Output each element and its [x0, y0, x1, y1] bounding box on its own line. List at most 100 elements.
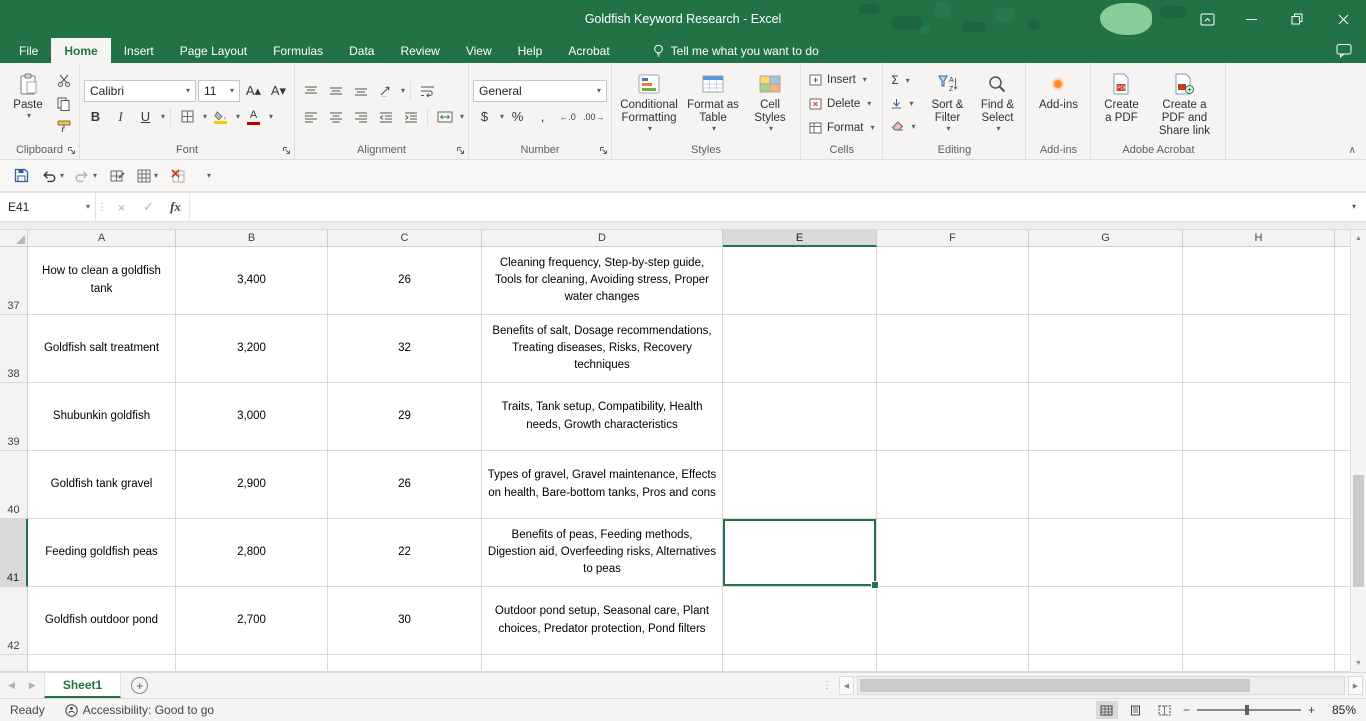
paste-button[interactable]: Paste ▾ [4, 68, 52, 140]
cell-e40[interactable] [723, 451, 877, 519]
top-align-button[interactable] [299, 80, 322, 102]
cell-partial[interactable] [1183, 655, 1335, 672]
tab-view[interactable]: View [453, 38, 505, 63]
orientation-menu-chevron[interactable]: ▾ [401, 87, 405, 95]
sheet-tab-sheet1[interactable]: Sheet1 [44, 673, 121, 698]
copy-button[interactable] [52, 93, 75, 115]
zoom-level[interactable]: 85% [1322, 703, 1356, 717]
cell-a38[interactable]: Goldfish salt treatment [28, 315, 176, 383]
insert-cells-button[interactable]: Insert ▾ [805, 69, 878, 90]
cell-c38[interactable]: 32 [328, 315, 482, 383]
cell-c39[interactable]: 29 [328, 383, 482, 451]
number-format-select[interactable]: General ▾ [473, 80, 607, 102]
restore-button[interactable] [1274, 0, 1320, 38]
tab-acrobat[interactable]: Acrobat [555, 38, 622, 63]
borders-button[interactable] [176, 106, 199, 128]
vertical-scrollbar[interactable]: ▲ ▼ [1350, 230, 1366, 672]
zoom-slider-thumb[interactable] [1245, 705, 1249, 715]
cell-stub[interactable] [1335, 247, 1350, 315]
cell-partial[interactable] [1029, 655, 1183, 672]
name-box-resize-handle[interactable]: ⋮ [96, 193, 108, 221]
cell-d40[interactable]: Types of gravel, Gravel maintenance, Eff… [482, 451, 723, 519]
cell-a41[interactable]: Feeding goldfish peas [28, 519, 176, 587]
column-header-f[interactable]: F [877, 230, 1029, 247]
middle-align-button[interactable] [324, 80, 347, 102]
merge-center-menu-chevron[interactable]: ▾ [460, 113, 464, 121]
cell-f42[interactable] [877, 587, 1029, 655]
find-select-button[interactable]: Find & Select ▾ [973, 68, 1021, 140]
column-header-h[interactable]: H [1183, 230, 1335, 247]
expand-formula-bar-button[interactable]: ▾ [1340, 193, 1366, 221]
name-box[interactable]: E41 ▾ [0, 193, 96, 221]
font-size-select[interactable]: 11 ▾ [198, 80, 240, 102]
tell-me-box[interactable]: Tell me what you want to do [653, 38, 819, 63]
cell-b38[interactable]: 3,200 [176, 315, 328, 383]
cell-stub[interactable] [1335, 587, 1350, 655]
tab-help[interactable]: Help [505, 38, 556, 63]
row-header-37[interactable]: 37 [0, 247, 28, 315]
tab-formulas[interactable]: Formulas [260, 38, 336, 63]
close-button[interactable] [1320, 0, 1366, 38]
delete-cells-button[interactable]: Delete ▾ [805, 93, 878, 114]
cell-f37[interactable] [877, 247, 1029, 315]
fill-button[interactable]: ▾ [887, 93, 919, 114]
bottom-align-button[interactable] [349, 80, 372, 102]
font-dialog-launcher[interactable] [280, 144, 292, 156]
scroll-up-button[interactable]: ▲ [1351, 230, 1366, 247]
fill-color-button[interactable] [209, 106, 232, 128]
column-header-c[interactable]: C [328, 230, 482, 247]
cell-h42[interactable] [1183, 587, 1335, 655]
cell-g42[interactable] [1029, 587, 1183, 655]
minimize-button[interactable] [1228, 0, 1274, 38]
cell-partial[interactable] [176, 655, 328, 672]
cell-h38[interactable] [1183, 315, 1335, 383]
format-painter-button[interactable] [52, 116, 75, 138]
tab-data[interactable]: Data [336, 38, 387, 63]
cell-g41[interactable] [1029, 519, 1183, 587]
cell-stub[interactable] [1335, 315, 1350, 383]
comma-style-button[interactable]: , [531, 106, 554, 128]
collapse-ribbon-button[interactable]: ∧ [1349, 145, 1356, 156]
vertical-scrollbar-thumb[interactable] [1353, 475, 1364, 587]
sort-filter-button[interactable]: AZ Sort & Filter ▾ [921, 68, 973, 140]
selected-cell-e41[interactable] [723, 519, 877, 587]
percent-style-button[interactable]: % [506, 106, 529, 128]
underline-button[interactable]: U [134, 106, 157, 128]
row-header-41[interactable]: 41 [0, 519, 28, 587]
font-color-button[interactable]: A [242, 106, 265, 128]
cell-b41[interactable]: 2,800 [176, 519, 328, 587]
accounting-format-button[interactable]: $ [473, 106, 496, 128]
qat-delete-cells-button[interactable] [165, 164, 191, 188]
horizontal-scrollbar-track[interactable] [857, 676, 1345, 695]
zoom-out-button[interactable]: − [1183, 703, 1190, 717]
bold-button[interactable]: B [84, 106, 107, 128]
column-header-b[interactable]: B [176, 230, 328, 247]
cell-h39[interactable] [1183, 383, 1335, 451]
tab-home[interactable]: Home [51, 38, 110, 63]
accessibility-status[interactable]: Accessibility: Good to go [65, 703, 214, 717]
cell-stub[interactable] [1335, 519, 1350, 587]
cell-b42[interactable]: 2,700 [176, 587, 328, 655]
increase-indent-button[interactable] [399, 106, 422, 128]
qat-redo-button[interactable]: ▾ [71, 164, 100, 188]
borders-menu-chevron[interactable]: ▾ [203, 113, 207, 121]
cell-h41[interactable] [1183, 519, 1335, 587]
sheet-nav-right-icon[interactable]: ▶ [29, 680, 36, 691]
row-header-38[interactable]: 38 [0, 315, 28, 383]
create-pdf-button[interactable]: PDF Create a PDF [1095, 68, 1147, 140]
cell-h40[interactable] [1183, 451, 1335, 519]
zoom-slider[interactable] [1197, 709, 1301, 711]
qat-draw-borders-button[interactable] [104, 164, 130, 188]
qat-save-button[interactable] [8, 164, 34, 188]
cell-e37[interactable] [723, 247, 877, 315]
formula-input[interactable] [189, 193, 1340, 221]
tab-file[interactable]: File [6, 38, 51, 63]
zoom-in-button[interactable]: + [1308, 703, 1315, 717]
wrap-text-button[interactable] [416, 80, 439, 102]
decrease-indent-button[interactable] [374, 106, 397, 128]
create-pdf-share-link-button[interactable]: Create a PDF and Share link [1147, 68, 1221, 140]
format-cells-button[interactable]: Format ▾ [805, 117, 878, 138]
clear-button[interactable]: ▾ [887, 116, 919, 137]
cell-g37[interactable] [1029, 247, 1183, 315]
row-header-40[interactable]: 40 [0, 451, 28, 519]
